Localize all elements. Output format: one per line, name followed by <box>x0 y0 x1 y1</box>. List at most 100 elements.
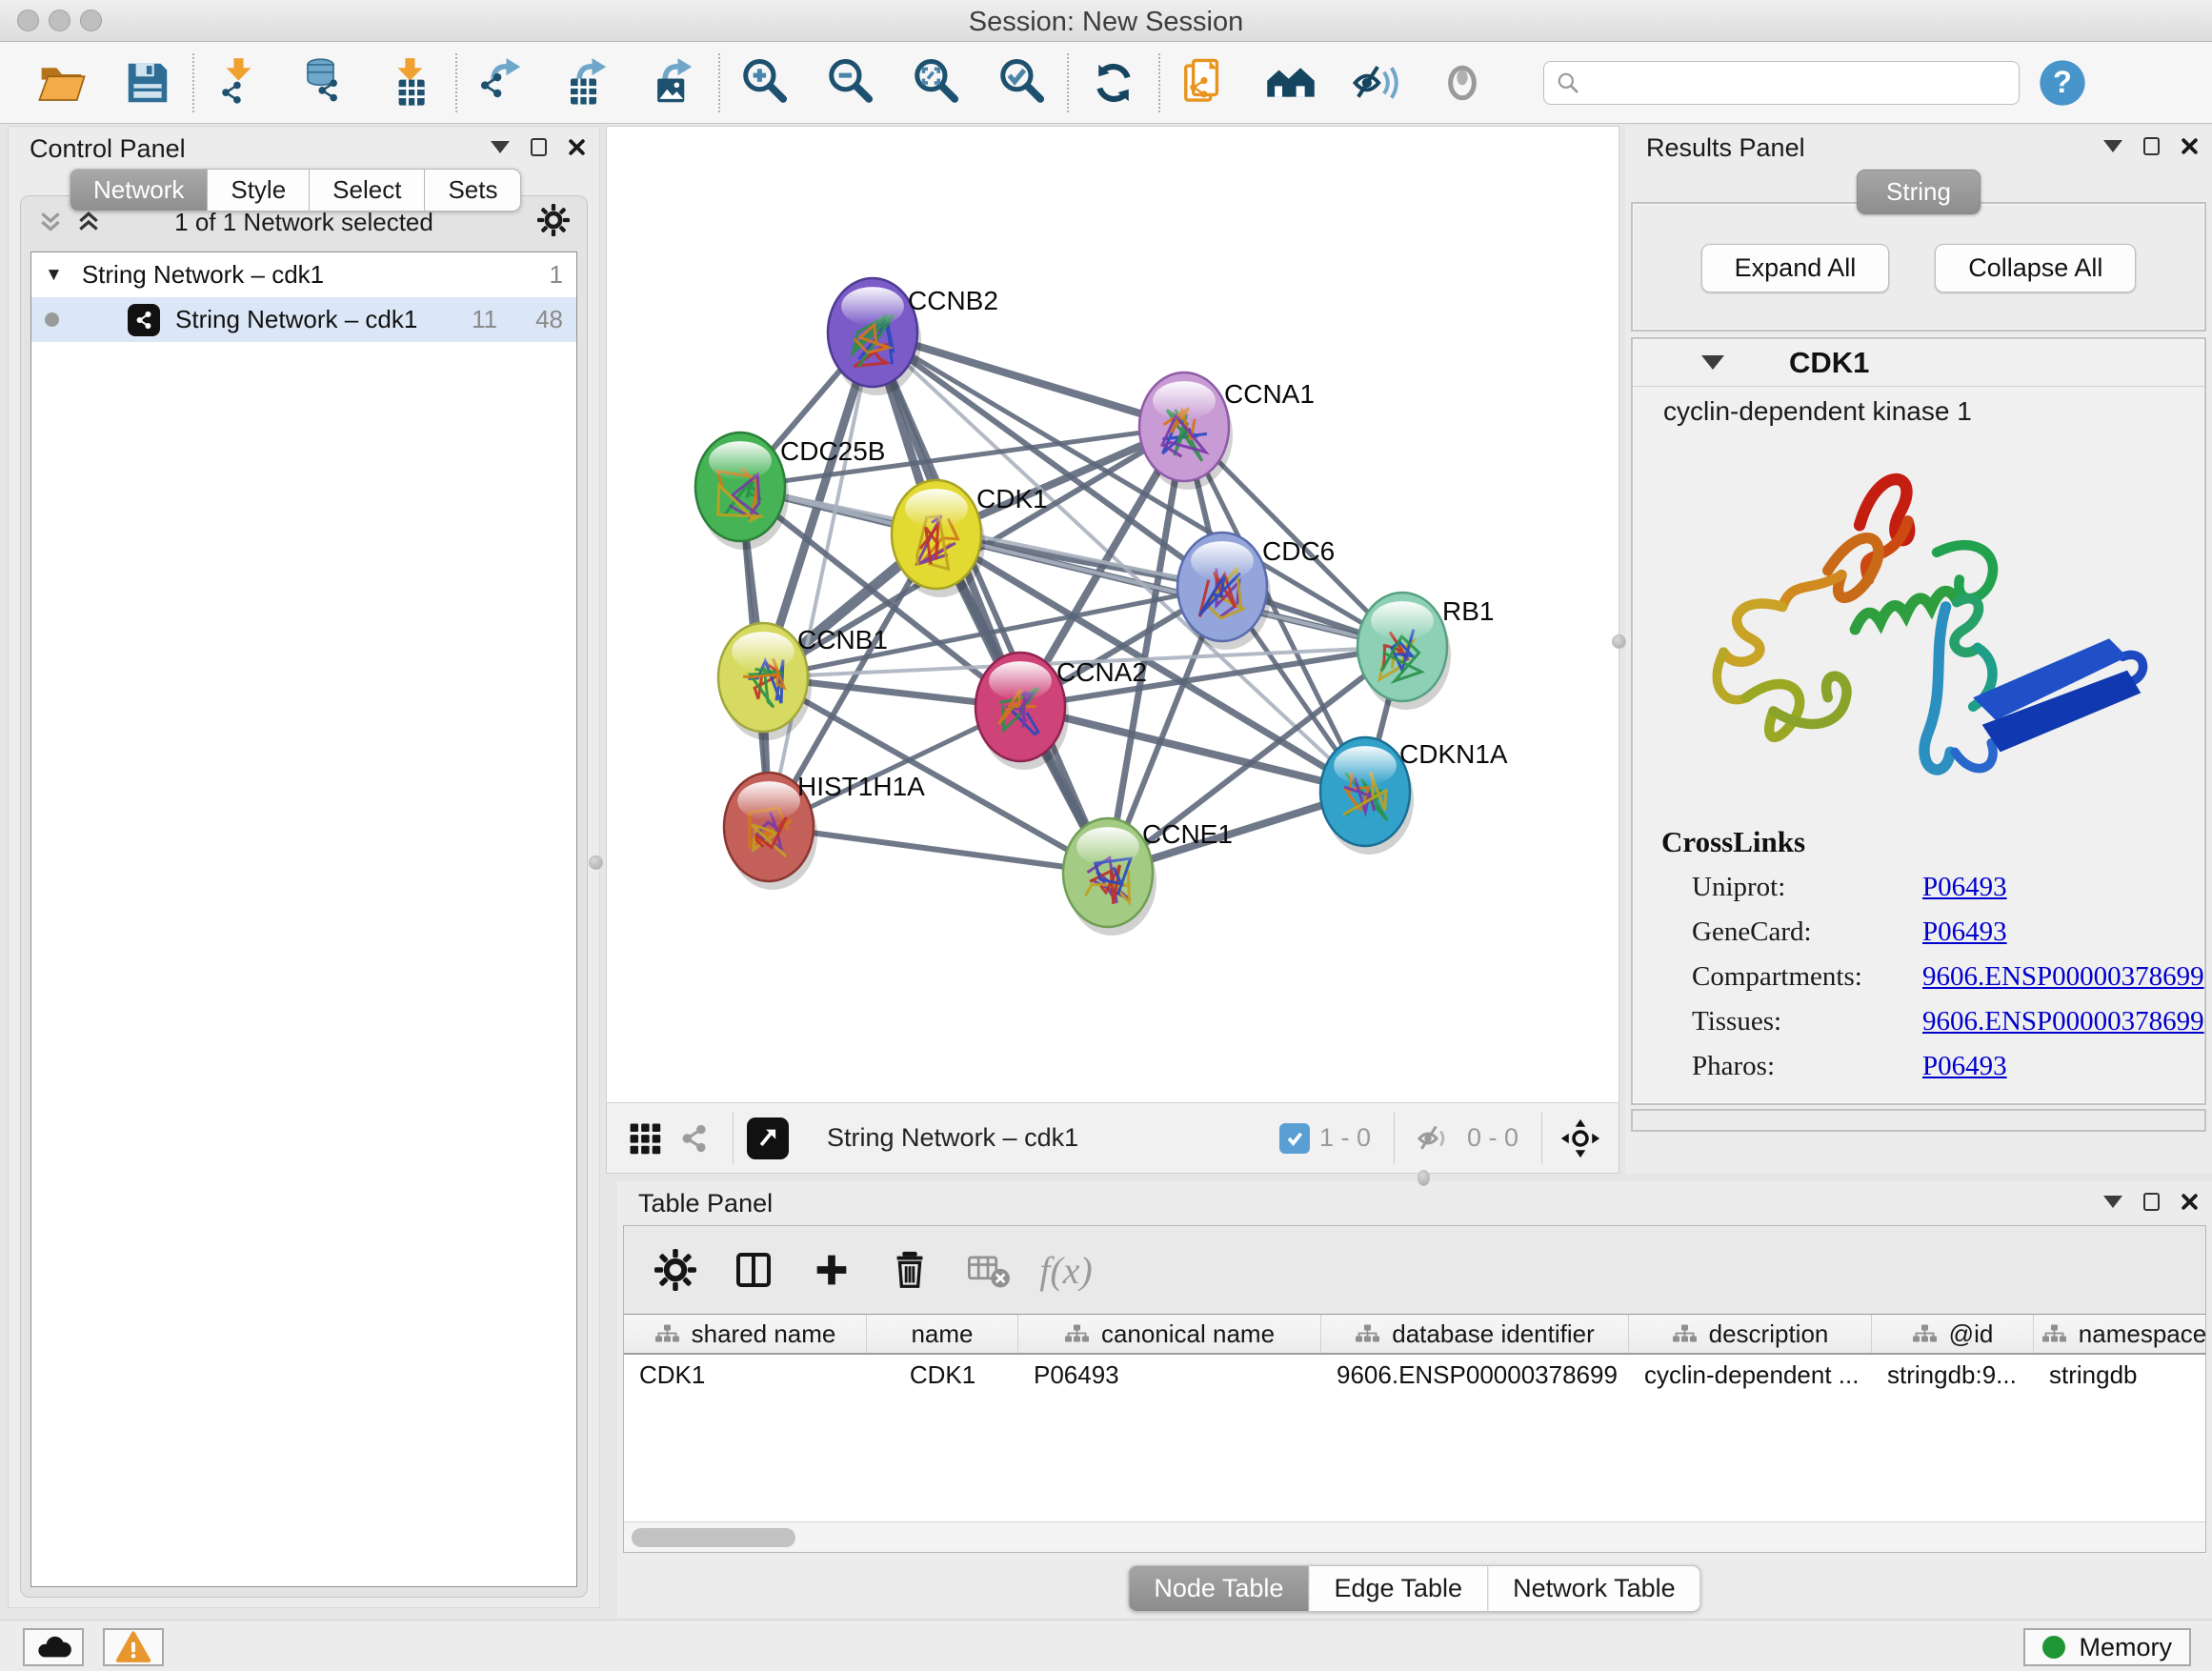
warnings-button[interactable] <box>103 1628 164 1666</box>
close-panel-icon[interactable] <box>2181 1193 2199 1211</box>
function-builder-icon[interactable]: f(x) <box>1039 1243 1093 1297</box>
home-button[interactable] <box>1248 48 1334 118</box>
network-name: String Network – cdk1 <box>175 305 417 334</box>
table-cell[interactable]: stringdb <box>2034 1355 2205 1397</box>
collapse-all-icon[interactable] <box>38 211 63 233</box>
open-session-button[interactable] <box>19 48 105 118</box>
zoom-selected-button[interactable] <box>979 48 1065 118</box>
left-splitter-handle[interactable] <box>589 856 603 870</box>
table-options-gear-icon[interactable] <box>649 1243 702 1297</box>
table-cell[interactable]: CDK1 <box>867 1355 1018 1397</box>
close-panel-icon[interactable] <box>568 138 586 156</box>
tab-sets[interactable]: Sets <box>425 169 521 211</box>
float-panel-icon[interactable] <box>2143 137 2160 155</box>
collapse-panel-icon[interactable] <box>2103 1196 2122 1208</box>
delete-table-icon[interactable] <box>961 1243 1015 1297</box>
network-collection-row[interactable]: ▼ String Network – cdk1 1 <box>31 252 576 297</box>
tab-style[interactable]: Style <box>208 169 310 211</box>
zoom-fit-button[interactable] <box>894 48 979 118</box>
column-header--id[interactable]: @id <box>1872 1315 2034 1353</box>
collapse-all-button[interactable]: Collapse All <box>1935 244 2136 292</box>
save-session-button[interactable] <box>105 48 191 118</box>
tab-node-table[interactable]: Node Table <box>1128 1565 1309 1612</box>
memory-button[interactable]: Memory <box>2023 1628 2191 1666</box>
column-header-canonical-name[interactable]: canonical name <box>1018 1315 1321 1353</box>
network-row[interactable]: String Network – cdk1 11 48 <box>31 297 576 342</box>
network-node-HIST1H1A[interactable]: HIST1H1A <box>724 772 925 890</box>
column-header-description[interactable]: description <box>1629 1315 1872 1353</box>
export-table-button[interactable] <box>545 48 631 118</box>
help-button[interactable]: ? <box>2020 48 2105 118</box>
network-node-CCNA2[interactable]: CCNA2 <box>975 653 1147 770</box>
network-overview-share-icon[interactable] <box>670 1114 719 1163</box>
tree-expander-icon[interactable]: ▼ <box>45 265 63 286</box>
table-row[interactable]: CDK1CDK1P064939606.ENSP00000378699cyclin… <box>624 1355 2205 1397</box>
crosslink-link[interactable]: P06493 <box>1922 872 2007 903</box>
export-network-button[interactable] <box>459 48 545 118</box>
close-panel-icon[interactable] <box>2181 137 2199 155</box>
table-cell[interactable]: stringdb:9... <box>1872 1355 2034 1397</box>
import-network-file-button[interactable] <box>196 48 282 118</box>
network-canvas[interactable]: CCNB2CCNA1CDC25BCDK1CDC6RB1CCNB1CCNA2CDK… <box>607 127 1620 1104</box>
tab-select[interactable]: Select <box>310 169 425 211</box>
network-edge-HIST1H1A-CCNE1[interactable] <box>769 827 1108 873</box>
table-cell[interactable]: 9606.ENSP00000378699 <box>1321 1355 1629 1397</box>
network-node-CDC25B[interactable]: CDC25B <box>695 433 885 550</box>
expand-all-button[interactable]: Expand All <box>1701 244 1890 292</box>
scrollbar-thumb[interactable] <box>632 1528 795 1547</box>
gene-header-row[interactable]: CDK1 <box>1633 339 2204 387</box>
network-node-CDK1[interactable]: CDK1 <box>892 480 1048 597</box>
crosslink-link[interactable]: 9606.ENSP00000378699 <box>1922 961 2204 993</box>
column-header-namespace[interactable]: namespace <box>2034 1315 2205 1353</box>
crosslink-link[interactable]: P06493 <box>1922 916 2007 948</box>
selected-elements-icon[interactable] <box>1279 1123 1310 1154</box>
tab-network-table[interactable]: Network Table <box>1488 1565 1701 1612</box>
network-node-RB1[interactable]: RB1 <box>1357 593 1494 710</box>
table-cell[interactable]: P06493 <box>1018 1355 1321 1397</box>
highlight-eye-button[interactable] <box>1419 48 1505 118</box>
search-input[interactable] <box>1580 64 2007 102</box>
show-columns-icon[interactable] <box>727 1243 780 1297</box>
column-header-name[interactable]: name <box>867 1315 1018 1353</box>
zoom-out-button[interactable] <box>808 48 894 118</box>
delete-column-trash-icon[interactable] <box>883 1243 936 1297</box>
network-node-CDKN1A[interactable]: CDKN1A <box>1320 737 1508 855</box>
table-cell[interactable]: cyclin-dependent ... <box>1629 1355 1872 1397</box>
right-splitter-handle[interactable] <box>1612 634 1626 649</box>
import-network-database-button[interactable] <box>282 48 368 118</box>
show-hide-graphics-button[interactable] <box>1334 48 1419 118</box>
bottom-splitter-handle[interactable] <box>1418 1170 1430 1186</box>
network-node-CCNB1[interactable]: CCNB1 <box>718 623 888 740</box>
network-node-CCNE1[interactable]: CCNE1 <box>1063 818 1233 936</box>
tab-edge-table[interactable]: Edge Table <box>1309 1565 1488 1612</box>
float-panel-icon[interactable] <box>2143 1193 2160 1211</box>
network-node-CCNB2[interactable]: CCNB2 <box>828 278 998 395</box>
add-column-icon[interactable] <box>805 1243 858 1297</box>
cloud-status-button[interactable] <box>23 1628 84 1666</box>
network-list-options-gear-icon[interactable] <box>537 204 570 241</box>
crosslink-link[interactable]: 9606.ENSP00000378699 <box>1922 1006 2204 1037</box>
expand-all-icon[interactable] <box>76 211 101 233</box>
fit-selected-crosshair-icon[interactable] <box>1556 1114 1605 1163</box>
column-header-shared-name[interactable]: shared name <box>624 1315 867 1353</box>
export-image-button[interactable] <box>631 48 716 118</box>
collapse-gene-icon[interactable] <box>1701 355 1724 370</box>
collapse-panel-icon[interactable] <box>491 141 510 153</box>
results-scroll-strip[interactable] <box>1631 1109 2206 1132</box>
tab-network[interactable]: Network <box>70 169 208 211</box>
crosslink-link[interactable]: P06493 <box>1922 1051 2007 1082</box>
table-horizontal-scrollbar[interactable] <box>624 1521 2205 1552</box>
grid-view-icon[interactable] <box>620 1114 670 1163</box>
table-cell[interactable]: CDK1 <box>624 1355 867 1397</box>
zoom-in-button[interactable] <box>722 48 808 118</box>
column-header-database-identifier[interactable]: database identifier <box>1321 1315 1629 1353</box>
search-field[interactable] <box>1543 61 2020 105</box>
collapse-panel-icon[interactable] <box>2103 140 2122 152</box>
refresh-layout-button[interactable] <box>1071 48 1156 118</box>
tab-string[interactable]: String <box>1857 170 1981 214</box>
string-import-button[interactable] <box>1162 48 1248 118</box>
birds-eye-view-button[interactable] <box>747 1117 789 1159</box>
float-panel-icon[interactable] <box>531 138 547 156</box>
import-table-file-button[interactable] <box>368 48 453 118</box>
hidden-elements-eye-icon[interactable] <box>1408 1114 1458 1163</box>
